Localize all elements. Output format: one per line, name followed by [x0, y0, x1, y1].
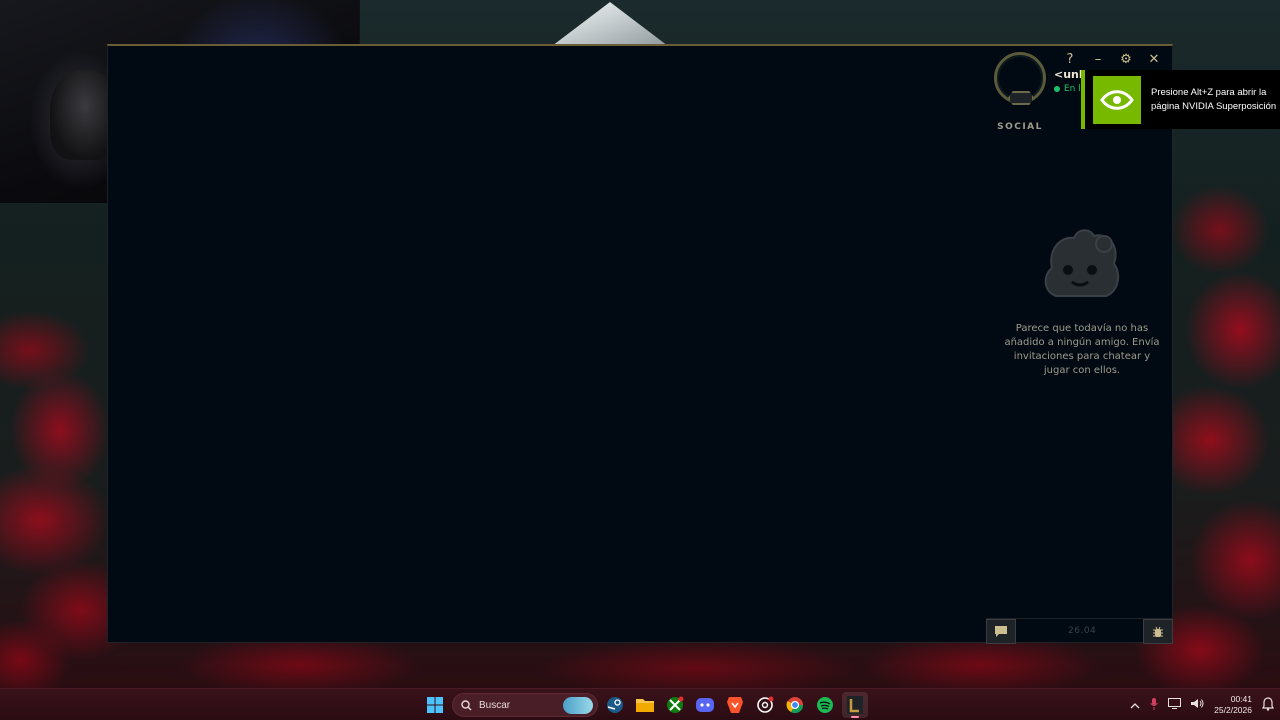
chat-bubble-icon — [995, 626, 1007, 637]
wallpaper-mountain — [552, 2, 668, 46]
report-bug-button[interactable] — [1143, 619, 1173, 644]
nvidia-accent-bar — [1081, 70, 1085, 129]
steam-icon[interactable] — [602, 692, 628, 718]
discord-icon[interactable] — [692, 692, 718, 718]
level-hex-badge — [1008, 91, 1034, 105]
volume-icon[interactable] — [1191, 698, 1204, 712]
player-status[interactable]: En l — [1054, 84, 1081, 94]
window-controls: ? – ⚙ ✕ — [1060, 50, 1164, 70]
nvidia-logo-icon — [1093, 75, 1141, 124]
chatgpt-icon[interactable] — [752, 692, 778, 718]
xbox-icon[interactable] — [662, 692, 688, 718]
bug-icon — [1153, 626, 1163, 637]
search-icon — [461, 699, 472, 710]
chrome-icon[interactable] — [782, 692, 808, 718]
windows-taskbar: Buscar 00:41 25/2/2026 — [0, 688, 1280, 720]
search-placeholder: Buscar — [479, 699, 511, 711]
notification-bell-icon[interactable] — [1262, 696, 1274, 714]
clock-time: 00:41 — [1230, 694, 1252, 704]
system-clock[interactable]: 00:41 25/2/2026 — [1214, 694, 1252, 716]
nvidia-overlay-notification[interactable]: Presione Alt+Z para abrir la página NVID… — [1081, 70, 1280, 129]
player-status-text: En l — [1064, 84, 1081, 94]
chat-button[interactable] — [986, 619, 1016, 644]
settings-button[interactable]: ⚙ — [1116, 50, 1136, 70]
poro-empty-friends-icon — [1044, 229, 1120, 297]
windows-start-icon[interactable] — [422, 692, 448, 718]
league-client-icon[interactable] — [842, 692, 868, 718]
online-status-icon — [1054, 86, 1060, 92]
help-button[interactable]: ? — [1060, 50, 1080, 70]
network-icon[interactable] — [1168, 698, 1182, 712]
profile-avatar-ring[interactable] — [994, 52, 1046, 105]
search-highlight-icon — [563, 697, 593, 714]
league-client-window: ? – ⚙ ✕ SOCIAL <unk En l Parece que toda… — [107, 44, 1173, 644]
close-button[interactable]: ✕ — [1144, 50, 1164, 70]
taskbar-apps: Buscar — [422, 692, 868, 718]
client-version: 26.04 — [1068, 626, 1097, 636]
empty-friends-message: Parece que todavía no has añadido a ning… — [1004, 323, 1160, 376]
brave-icon[interactable] — [722, 692, 748, 718]
file-explorer-icon[interactable] — [632, 692, 658, 718]
spotify-icon[interactable] — [812, 692, 838, 718]
clock-date: 25/2/2026 — [1214, 705, 1252, 715]
chevron-up-icon[interactable] — [1130, 699, 1140, 712]
system-tray: 00:41 25/2/2026 — [1130, 689, 1280, 720]
social-bottom-bar: 26.04 — [986, 618, 1173, 644]
minimize-button[interactable]: – — [1088, 50, 1108, 70]
social-label: SOCIAL — [997, 122, 1043, 132]
taskbar-search[interactable]: Buscar — [452, 693, 598, 717]
nvidia-message: Presione Alt+Z para abrir la página NVID… — [1151, 87, 1277, 112]
microphone-icon[interactable] — [1150, 697, 1159, 713]
